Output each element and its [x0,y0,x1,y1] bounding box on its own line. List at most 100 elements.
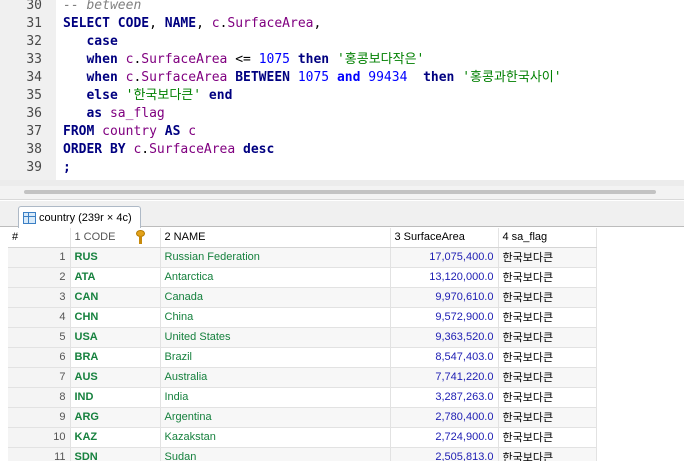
name-cell[interactable]: India [160,387,391,408]
name-cell[interactable]: Sudan [160,447,391,461]
code-line[interactable]: 30 -- between [0,0,684,15]
table-row[interactable]: 3 CAN Canada 9,970,610.0 한국보다큰 [8,287,684,308]
table-row[interactable]: 11 SDN Sudan 2,505,813.0 한국보다큰 [8,447,684,461]
surfacearea-cell[interactable]: 2,724,900.0 [390,427,499,448]
row-number-cell[interactable]: 3 [8,287,71,308]
name-cell[interactable]: Russian Federation [160,247,391,268]
code-line[interactable]: 39; [0,159,684,177]
result-grid[interactable]: # 1 CODE 2 NAME 3 SurfaceArea 4 sa_flag … [8,228,684,461]
name-cell[interactable]: Australia [160,367,391,388]
sa-flag-cell[interactable]: 한국보다큰 [498,347,597,368]
code-line[interactable]: 33 when c.SurfaceArea <= 1075 then '홍콩보다… [0,51,684,69]
surfacearea-cell[interactable]: 2,780,400.0 [390,407,499,428]
table-row[interactable]: 10 KAZ Kazakstan 2,724,900.0 한국보다큰 [8,427,684,448]
sql-editor[interactable]: 30 -- between 31 SELECT CODE, NAME, c.Surfa… [0,0,684,180]
surfacearea-cell[interactable]: 9,572,900.0 [390,307,499,328]
row-number-cell[interactable]: 6 [8,347,71,368]
code-cell[interactable]: AUS [70,367,161,388]
code-cell[interactable]: ATA [70,267,161,288]
code-cell[interactable]: RUS [70,247,161,268]
row-number-cell[interactable]: 4 [8,307,71,328]
code-cell[interactable]: CHN [70,307,161,328]
code-token: c [211,16,220,31]
surfacearea-cell[interactable]: 13,120,000.0 [390,267,499,288]
code-cell[interactable]: ARG [70,407,161,428]
surfacearea-cell[interactable]: 3,287,263.0 [390,387,499,408]
code-cell[interactable]: KAZ [70,427,161,448]
code-cell[interactable]: CAN [70,287,161,308]
table-row[interactable]: 6 BRA Brazil 8,547,403.0 한국보다큰 [8,347,684,368]
name-cell[interactable]: Antarctica [160,267,391,288]
table-row[interactable]: 5 USA United States 9,363,520.0 한국보다큰 [8,327,684,348]
sa-flag-cell[interactable]: 한국보다큰 [498,327,597,348]
table-row[interactable]: 4 CHN China 9,572,900.0 한국보다큰 [8,307,684,328]
scrollbar-thumb[interactable] [24,190,656,194]
row-number-cell[interactable]: 5 [8,327,71,348]
column-header-name[interactable]: 2 NAME [160,228,391,248]
sa-flag-cell[interactable]: 한국보다큰 [498,387,597,408]
sa-flag-cell[interactable]: 한국보다큰 [498,447,597,461]
sa-flag-cell[interactable]: 한국보다큰 [498,247,597,268]
code-line[interactable]: 31 SELECT CODE, NAME, c.SurfaceArea, [0,15,684,33]
code-cell[interactable]: BRA [70,347,161,368]
row-number-cell[interactable]: 7 [8,367,71,388]
surfacearea-cell[interactable]: 2,505,813.0 [390,447,499,461]
name-cell[interactable]: Argentina [160,407,391,428]
code-line[interactable]: 34 when c.SurfaceArea BETWEEN 1075 and 9… [0,69,684,87]
primary-key-icon [135,230,146,245]
name-cell[interactable]: Canada [160,287,391,308]
tab-result-country[interactable]: country (239r × 4c) [18,206,141,228]
table-row[interactable]: 8 IND India 3,287,263.0 한국보다큰 [8,387,684,408]
code-token: sa_flag [109,106,165,121]
column-header-surfacearea[interactable]: 3 SurfaceArea [390,228,499,248]
sa-flag-cell[interactable]: 한국보다큰 [498,267,597,288]
name-cell[interactable]: Kazakstan [160,427,391,448]
code-token: as [86,106,103,121]
sa-flag-cell[interactable]: 한국보다큰 [498,307,597,328]
column-header-code[interactable]: 1 CODE [70,228,161,248]
code-cell[interactable]: USA [70,327,161,348]
column-header-sa-flag[interactable]: 4 sa_flag [498,228,597,248]
row-number-cell[interactable]: 11 [8,447,71,461]
column-header-code-label: 1 CODE [74,231,116,244]
surfacearea-cell[interactable]: 9,363,520.0 [390,327,499,348]
code-cell[interactable]: SDN [70,447,161,461]
line-number: 36 [26,106,42,121]
table-row[interactable]: 9 ARG Argentina 2,780,400.0 한국보다큰 [8,407,684,428]
code-line[interactable]: 38 ORDER BY c.SurfaceArea desc [0,141,684,159]
name-cell[interactable]: Brazil [160,347,391,368]
row-number-cell[interactable]: 8 [8,387,71,408]
row-number-cell[interactable]: 10 [8,427,71,448]
surfacearea-cell[interactable]: 9,970,610.0 [390,287,499,308]
name-cell[interactable]: China [160,307,391,328]
code-token: NAME [164,16,197,31]
row-number-cell[interactable]: 9 [8,407,71,428]
code-line[interactable]: 35 else '한국보다큰' end [0,87,684,105]
code-token: ORDER [63,142,103,157]
sa-flag-cell[interactable]: 한국보다큰 [498,427,597,448]
table-row[interactable]: 2 ATA Antarctica 13,120,000.0 한국보다큰 [8,267,684,288]
surfacearea-cell[interactable]: 17,075,400.0 [390,247,499,268]
surfacearea-cell[interactable]: 7,741,220.0 [390,367,499,388]
code-cell[interactable]: IND [70,387,161,408]
editor-horizontal-scrollbar[interactable] [0,186,684,200]
column-header-rownum[interactable]: # [8,228,71,248]
code-line[interactable]: 32 case [0,33,684,51]
row-number-cell[interactable]: 2 [8,267,71,288]
code-line[interactable]: 37 FROM country AS c [0,123,684,141]
name-cell[interactable]: United States [160,327,391,348]
code-token: 1075 [258,52,290,67]
table-row[interactable]: 7 AUS Australia 7,741,220.0 한국보다큰 [8,367,684,388]
code-line[interactable]: 36 as sa_flag [0,105,684,123]
table-row[interactable]: 1 RUS Russian Federation 17,075,400.0 한국보다큰 [8,247,684,268]
sa-flag-cell[interactable]: 한국보다큰 [498,367,597,388]
surfacearea-cell[interactable]: 8,547,403.0 [390,347,499,368]
code-token: '홍콩보다작은' [336,52,425,67]
row-number-cell[interactable]: 1 [8,247,71,268]
sa-flag-cell[interactable]: 한국보다큰 [498,407,597,428]
sa-flag-cell[interactable]: 한국보다큰 [498,287,597,308]
